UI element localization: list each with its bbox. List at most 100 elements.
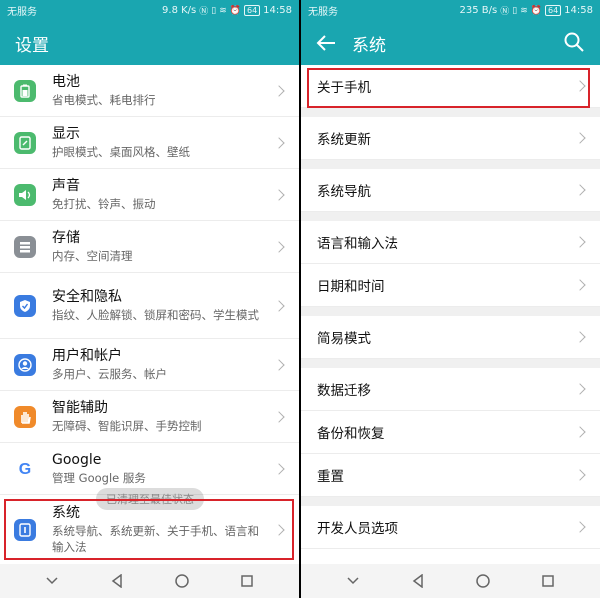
settings-item-texts: 安全和隐私指纹、人脸解锁、锁屏和密码、学生模式 xyxy=(52,288,299,323)
group-divider xyxy=(301,160,600,169)
group-divider xyxy=(301,307,600,316)
battery-icon xyxy=(14,79,36,102)
group-divider xyxy=(301,212,600,221)
chevron-right-icon xyxy=(574,331,586,343)
settings-item-texts: Google 管理 Google 服务 xyxy=(52,451,299,486)
page-title: 设置 xyxy=(15,35,49,56)
system-item-4-0[interactable]: 简易模式 xyxy=(301,316,600,359)
settings-item-subtitle: 免打扰、铃声、振动 xyxy=(52,197,156,211)
back-arrow-icon[interactable] xyxy=(316,32,338,54)
settings-item-subtitle: 省电模式、耗电排行 xyxy=(52,93,156,107)
system-item-3-1[interactable]: 日期和时间 xyxy=(301,264,600,307)
nfc-icon: Ⓝ xyxy=(199,7,209,17)
chevron-right-icon xyxy=(574,521,586,533)
alarm-icon: ⏰ xyxy=(530,5,542,16)
recents-icon[interactable] xyxy=(536,571,560,591)
sound-icon xyxy=(14,183,36,206)
settings-item-6[interactable]: 智能辅助 无障碍、智能识屏、手势控制 xyxy=(0,391,299,443)
collapse-icon[interactable] xyxy=(40,571,64,591)
settings-item-title: 声音 xyxy=(52,178,80,194)
home-icon[interactable] xyxy=(170,571,194,591)
hand-icon xyxy=(14,405,36,428)
chevron-right-icon xyxy=(574,236,586,248)
group-divider xyxy=(301,359,600,368)
settings-screen: 无服务 9.8 K/s Ⓝ ▯ ≋ ⏰ 64 14:58 设置 电池省电模式、耗… xyxy=(0,0,299,598)
system-item-label: 开发人员选项 xyxy=(317,521,398,537)
settings-item-texts: 电池省电模式、耗电排行 xyxy=(52,73,299,108)
settings-item-subtitle: 管理 Google 服务 xyxy=(52,471,146,485)
status-bar: 无服务 9.8 K/s Ⓝ ▯ ≋ ⏰ 64 14:58 xyxy=(0,0,299,21)
chevron-right-icon xyxy=(574,426,586,438)
storage-icon xyxy=(14,235,36,258)
system-item-label: 日期和时间 xyxy=(317,279,385,295)
shield-icon xyxy=(14,294,36,317)
settings-item-texts: 显示护眼模式、桌面风格、壁纸 xyxy=(52,125,299,160)
settings-item-5[interactable]: 用户和帐户多用户、云服务、帐户 xyxy=(0,339,299,391)
settings-item-2[interactable]: 声音免打扰、铃声、振动 xyxy=(0,169,299,221)
highlight-frame xyxy=(4,499,294,560)
clock: 14:58 xyxy=(564,5,593,16)
battery-level: 64 xyxy=(243,5,261,16)
chevron-right-icon xyxy=(574,184,586,196)
system-item-label: 系统更新 xyxy=(317,132,371,148)
system-item-5-1[interactable]: 备份和恢复 xyxy=(301,411,600,454)
home-icon[interactable] xyxy=(471,571,495,591)
network-speed: 9.8 K/s xyxy=(162,5,197,16)
system-item-label: 备份和恢复 xyxy=(317,426,385,442)
settings-item-4[interactable]: 安全和隐私指纹、人脸解锁、锁屏和密码、学生模式 xyxy=(0,273,299,339)
back-nav-icon[interactable] xyxy=(105,571,129,591)
settings-item-texts: 声音免打扰、铃声、振动 xyxy=(52,177,299,212)
system-item-6-0[interactable]: 开发人员选项 xyxy=(301,506,600,549)
system-item-label: 简易模式 xyxy=(317,331,371,347)
display-icon xyxy=(14,131,36,154)
settings-item-subtitle: 指纹、人脸解锁、锁屏和密码、学生模式 xyxy=(52,308,259,322)
alarm-icon: ⏰ xyxy=(229,5,241,16)
settings-item-texts: 用户和帐户多用户、云服务、帐户 xyxy=(52,347,299,382)
nfc-icon: Ⓝ xyxy=(500,7,510,17)
clock: 14:58 xyxy=(263,5,292,16)
settings-item-3[interactable]: 存储 内存、空间清理 xyxy=(0,221,299,273)
app-bar: 设置 xyxy=(0,21,299,65)
back-nav-icon[interactable] xyxy=(406,571,430,591)
system-item-3-0[interactable]: 语言和输入法 xyxy=(301,221,600,264)
wifi-icon: ≋ xyxy=(520,5,528,16)
system-item-5-0[interactable]: 数据迁移 xyxy=(301,368,600,411)
system-item-label: 重置 xyxy=(317,469,344,485)
settings-item-texts: 存储 内存、空间清理 xyxy=(52,229,299,264)
vibrate-icon: ▯ xyxy=(512,5,518,16)
search-icon[interactable] xyxy=(564,32,584,52)
system-item-2-0[interactable]: 系统导航 xyxy=(301,169,600,212)
collapse-icon[interactable] xyxy=(341,571,365,591)
chevron-right-icon xyxy=(574,383,586,395)
recents-icon[interactable] xyxy=(235,571,259,591)
settings-item-subtitle: 护眼模式、桌面风格、壁纸 xyxy=(52,145,190,159)
system-item-label: 语言和输入法 xyxy=(317,236,398,252)
app-bar: 系统 xyxy=(301,21,600,65)
battery-level: 64 xyxy=(544,5,562,16)
system-item-5-2[interactable]: 重置 xyxy=(301,454,600,497)
settings-item-title: 安全和隐私 xyxy=(52,289,122,305)
settings-item-subtitle: 多用户、云服务、帐户 xyxy=(52,367,167,381)
chevron-right-icon xyxy=(574,279,586,291)
settings-item-title: 电池 xyxy=(52,74,80,90)
system-list: 关于手机 系统更新 系统导航 语言和输入法 日期和时间 简易模式 数据迁移 备份和恢复 重置 开发… xyxy=(301,65,600,592)
settings-item-0[interactable]: 电池省电模式、耗电排行 xyxy=(0,65,299,117)
navigation-bar xyxy=(0,564,299,598)
settings-item-title: 显示 xyxy=(52,126,80,142)
chevron-right-icon xyxy=(574,132,586,144)
system-item-1-0[interactable]: 系统更新 xyxy=(301,117,600,160)
settings-item-title: 存储 xyxy=(52,230,80,246)
carrier-label: 无服务 xyxy=(7,7,37,18)
google-icon: G xyxy=(14,457,36,480)
settings-item-1[interactable]: 显示护眼模式、桌面风格、壁纸 xyxy=(0,117,299,169)
highlight-frame xyxy=(307,68,590,108)
system-item-label: 系统导航 xyxy=(317,184,371,200)
status-bar: 无服务 235 B/s Ⓝ ▯ ≋ ⏰ 64 14:58 xyxy=(301,0,600,21)
page-title: 系统 xyxy=(352,35,386,56)
group-divider xyxy=(301,108,600,117)
settings-item-subtitle: 无障碍、智能识屏、手势控制 xyxy=(52,419,202,433)
network-speed: 235 B/s xyxy=(459,5,498,16)
group-divider xyxy=(301,497,600,506)
vibrate-icon: ▯ xyxy=(211,5,217,16)
settings-item-title: 用户和帐户 xyxy=(52,348,122,364)
